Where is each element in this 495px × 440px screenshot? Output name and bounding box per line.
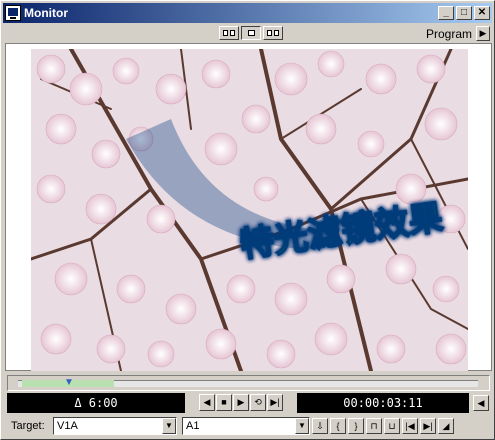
target-label: Target: bbox=[11, 420, 45, 432]
maximize-button[interactable]: □ bbox=[456, 6, 472, 20]
video-frame: 特光滤镜效果 bbox=[31, 49, 468, 371]
step-forward-button[interactable]: ▶| bbox=[267, 394, 283, 411]
trim-view-button[interactable] bbox=[263, 26, 283, 40]
edit-tools: ⇩ { } ⊓ ⊔ |◀ ▶| ◢ bbox=[312, 418, 454, 434]
play-button[interactable]: ▶ bbox=[233, 394, 249, 411]
monitor-window: Monitor _ □ ✕ Program ▶ 特光滤镜效果 ▼ Δ 6:00 … bbox=[0, 0, 495, 440]
duration-display: Δ 6:00 bbox=[7, 393, 185, 413]
transport-controls: ◀ ■ ▶ ⟲ ▶| bbox=[187, 394, 295, 412]
monitor-app-icon bbox=[5, 5, 21, 21]
dual-view-button[interactable] bbox=[219, 26, 239, 40]
resize-corner-icon[interactable]: ◢ bbox=[438, 418, 454, 434]
program-label: Program bbox=[425, 27, 472, 41]
go-to-out-icon[interactable]: ▶| bbox=[420, 418, 436, 434]
loop-button[interactable]: ⟲ bbox=[250, 394, 266, 411]
video-target-select[interactable]: V1A ▼ bbox=[53, 417, 177, 435]
target-row: Target: V1A ▼ A1 ▼ ⇩ { } ⊓ ⊔ |◀ ▶| ◢ bbox=[7, 416, 490, 436]
monitor-toolbar: Program ▶ bbox=[5, 25, 492, 43]
step-back-button[interactable]: ◀ bbox=[199, 394, 215, 411]
audio-target-select[interactable]: A1 ▼ bbox=[182, 417, 310, 435]
mark-out-icon[interactable]: } bbox=[348, 418, 364, 434]
window-title: Monitor bbox=[24, 6, 68, 20]
timecode-display[interactable]: 00:00:03:11 bbox=[297, 393, 469, 413]
close-button[interactable]: ✕ bbox=[474, 6, 490, 20]
extract-icon[interactable]: ⊔ bbox=[384, 418, 400, 434]
single-view-button[interactable] bbox=[241, 26, 261, 40]
cherry-blossom-image: 特光滤镜效果 bbox=[31, 49, 468, 371]
minimize-button[interactable]: _ bbox=[438, 6, 454, 20]
chevron-down-icon[interactable]: ▼ bbox=[162, 418, 176, 434]
stop-button[interactable]: ■ bbox=[216, 394, 232, 411]
mark-in-icon[interactable]: { bbox=[330, 418, 346, 434]
timeline-ruler[interactable]: ▼ bbox=[7, 375, 490, 391]
go-to-in-icon[interactable]: |◀ bbox=[402, 418, 418, 434]
panel-menu-arrow-icon[interactable]: ▶ bbox=[476, 26, 490, 41]
collapse-arrow-icon[interactable]: ◀ bbox=[473, 395, 489, 411]
title-bar[interactable]: Monitor _ □ ✕ bbox=[3, 3, 492, 23]
lift-icon[interactable]: ⊓ bbox=[366, 418, 382, 434]
mark-clip-icon[interactable]: ⇩ bbox=[312, 418, 328, 434]
program-monitor: 特光滤镜效果 bbox=[5, 43, 492, 371]
chevron-down-icon[interactable]: ▼ bbox=[295, 418, 309, 434]
current-time-indicator-icon[interactable]: ▼ bbox=[64, 377, 74, 389]
controls-row: Δ 6:00 ◀ ■ ▶ ⟲ ▶| 00:00:03:11 ◀ bbox=[7, 393, 490, 413]
